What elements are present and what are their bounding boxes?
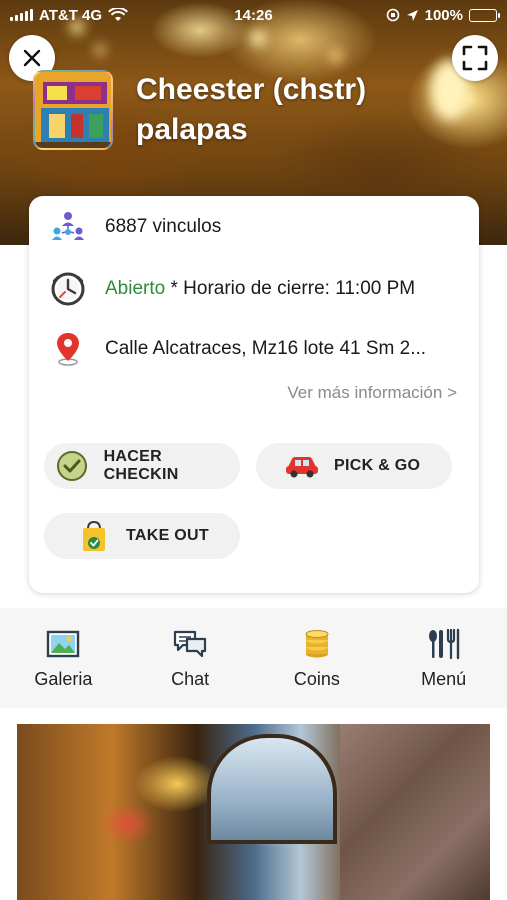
location-arrow-icon: [406, 9, 418, 21]
checkin-button[interactable]: HACER CHECKIN: [44, 443, 240, 489]
links-row[interactable]: 6887 vinculos: [49, 208, 221, 246]
pick-and-go-label: PICK & GO: [334, 457, 421, 474]
take-out-button[interactable]: TAKE OUT: [44, 513, 240, 559]
photo-wall: [340, 724, 490, 900]
orientation-lock-icon: [386, 8, 399, 22]
battery-percent: 100%: [424, 6, 463, 24]
info-card: 6887 vinculos Abierto * Horario de cierr…: [29, 196, 479, 593]
wifi-icon: [108, 8, 128, 21]
closing-time: * Horario de cierre: 11:00 PM: [165, 278, 416, 299]
links-count: 6887 vinculos: [105, 216, 222, 237]
business-name: Cheester (chstr) palapas: [136, 73, 367, 146]
cellular-signal-icon: [10, 9, 33, 21]
network-people-icon: [49, 208, 87, 246]
gallery-icon: [45, 627, 81, 661]
hours-text: Abierto * Horario de cierre: 11:00 PM: [105, 278, 415, 300]
storefront-image: [35, 72, 111, 148]
business-logo: [33, 70, 113, 150]
close-icon: [23, 49, 41, 67]
checkmark-circle-icon: [54, 448, 90, 484]
tab-chat-label: Chat: [171, 668, 210, 689]
carrier-label: AT&T 4G: [39, 6, 103, 24]
scan-frame-icon: [462, 45, 488, 71]
tab-coins-label: Coins: [293, 668, 340, 689]
checkin-label: HACER CHECKIN: [103, 448, 179, 483]
take-out-label: TAKE OUT: [126, 527, 209, 544]
tab-gallery-label: Galeria: [34, 668, 93, 689]
tab-menu[interactable]: Menú: [380, 608, 507, 708]
battery-icon: [469, 8, 500, 22]
tab-chat[interactable]: Chat: [127, 608, 254, 708]
pick-and-go-button[interactable]: PICK & GO: [256, 443, 452, 489]
open-status: Abierto: [105, 278, 166, 299]
menu-utensils-icon: [426, 627, 462, 661]
coins-icon: [299, 627, 335, 661]
chat-icon: [172, 627, 208, 661]
more-info-link[interactable]: Ver más información >: [287, 383, 457, 403]
photo-window: [207, 734, 337, 844]
location-pin-icon: [49, 330, 87, 368]
address-row[interactable]: Calle Alcatraces, Mz16 lote 41 Sm 2...: [49, 330, 426, 368]
status-bar: AT&T 4G 14:26 100%: [0, 0, 507, 30]
car-icon: [284, 448, 320, 484]
tab-gallery[interactable]: Galeria: [0, 608, 127, 708]
address-text: Calle Alcatraces, Mz16 lote 41 Sm 2...: [105, 338, 427, 359]
tab-coins[interactable]: Coins: [254, 608, 381, 708]
clock-icon: [49, 270, 87, 308]
section-tabs: Galeria Chat Coins Menú: [0, 608, 507, 708]
shopping-bag-icon: [76, 518, 112, 554]
hours-row: Abierto * Horario de cierre: 11:00 PM: [49, 270, 415, 308]
tab-menu-label: Menú: [421, 668, 467, 689]
gallery-photo[interactable]: [17, 724, 490, 900]
